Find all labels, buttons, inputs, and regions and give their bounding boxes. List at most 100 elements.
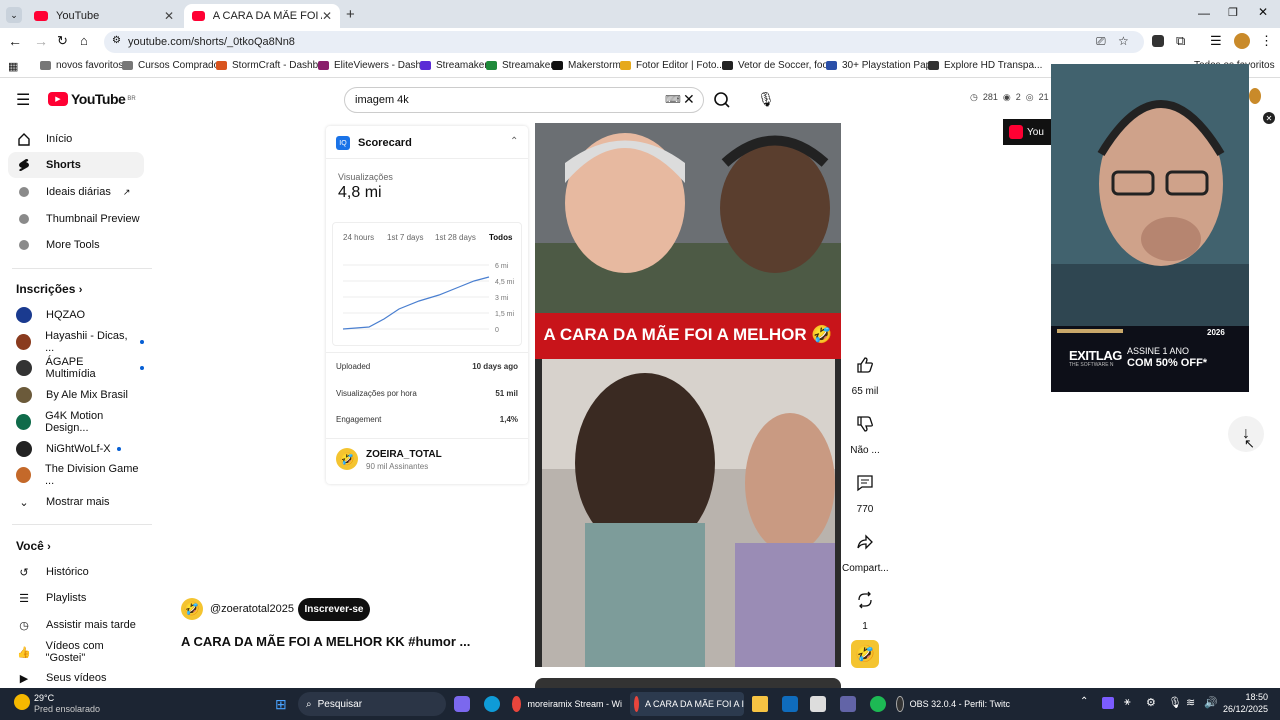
spotify-icon[interactable] xyxy=(870,696,886,712)
menu-kebab-icon[interactable]: ⋮ xyxy=(1260,33,1273,49)
tab-youtube[interactable]: YouTube ✕ xyxy=(26,4,182,28)
hamburger-menu-icon[interactable]: ☰ xyxy=(16,90,30,110)
channel-avatar[interactable]: 🤣 xyxy=(336,448,358,470)
clock-time[interactable]: 18:50 xyxy=(1226,692,1268,702)
sidebar-item-historico[interactable]: ↺ Histórico xyxy=(8,559,144,585)
tray-app-icon[interactable] xyxy=(1102,697,1114,709)
tray-mic-icon[interactable]: 🎙 xyxy=(1168,696,1182,709)
bookmark-item[interactable]: Cursos Comprados xyxy=(122,60,224,71)
window-close-icon[interactable]: ✕ xyxy=(1258,5,1268,19)
sound-thumbnail[interactable]: 🤣 xyxy=(851,640,879,668)
reload-icon[interactable]: ↻ xyxy=(57,33,68,49)
like-button[interactable]: 65 mil xyxy=(845,348,885,397)
tab-search-icon[interactable]: ⌄ xyxy=(6,7,22,23)
site-info-icon[interactable]: ⚙ xyxy=(112,35,121,46)
forward-icon[interactable]: → xyxy=(34,33,48,49)
tray-settings-icon[interactable]: ⚙ xyxy=(1146,696,1156,709)
sidebar-item-watch-later[interactable]: ◷ Assistir mais tarde xyxy=(8,612,144,638)
range-7d[interactable]: 1st 7 days xyxy=(387,233,423,242)
copilot-icon[interactable] xyxy=(454,696,470,712)
share-button[interactable]: Compart... xyxy=(842,525,889,574)
remix-button[interactable]: 1 xyxy=(845,583,885,632)
media-icon[interactable]: ☰ xyxy=(1210,33,1222,49)
bookmark-item[interactable]: Makerstorm xyxy=(552,60,621,71)
subscription-item[interactable]: The Division Game ... xyxy=(8,462,144,488)
home-browser-icon[interactable]: ⌂ xyxy=(80,33,88,48)
subscriptions-title[interactable]: Inscrições › xyxy=(16,282,82,296)
bookmark-item[interactable]: Fotor Editor | Foto... xyxy=(620,60,725,71)
tray-chevron-icon[interactable]: ⌃ xyxy=(1080,696,1088,707)
sidebar-item-playlists[interactable]: ☰ Playlists xyxy=(8,585,144,611)
outlook-icon[interactable] xyxy=(782,696,798,712)
extension-icon[interactable] xyxy=(1152,35,1164,47)
channel-name[interactable]: ZOEIRA_TOTAL xyxy=(366,449,442,460)
sidebar-item-liked[interactable]: 👍 Vídeos com "Gostei" xyxy=(8,639,144,665)
back-icon[interactable]: ← xyxy=(8,33,22,49)
bookmark-item[interactable]: Streamaker xyxy=(420,60,488,71)
bookmark-item[interactable]: 30+ Playstation Pap... xyxy=(826,60,940,71)
subscription-item[interactable]: G4K Motion Design... xyxy=(8,409,144,435)
close-icon[interactable]: ✕ xyxy=(322,9,332,23)
overlay-close-icon[interactable]: ✕ xyxy=(1263,112,1275,124)
subscription-item[interactable]: HQZAO xyxy=(8,302,144,328)
bookmark-item[interactable]: EliteViewers - Dash... xyxy=(318,60,429,71)
taskbar-app-obs[interactable]: OBS 32.0.4 - Perfil: Twitc xyxy=(896,692,1010,716)
extensions-puzzle-icon[interactable]: ⧉ xyxy=(1176,33,1185,49)
clock-date[interactable]: 26/12/2025 xyxy=(1214,704,1268,714)
subscription-item[interactable]: NiGhtWoLf-X xyxy=(8,436,144,462)
sidebar-item-shorts[interactable]: Shorts xyxy=(8,152,144,178)
apps-grid-icon[interactable]: ▦ xyxy=(8,60,18,73)
range-all[interactable]: Todos xyxy=(489,233,512,242)
bookmark-item[interactable]: StormCraft - Dashb... xyxy=(216,60,326,71)
taskbar-app-chrome-active[interactable]: A CARA DA MÃE FOI A I xyxy=(630,692,744,716)
keyboard-icon[interactable]: ⌨ xyxy=(665,93,681,106)
short-title[interactable]: A CARA DA MÃE FOI A MELHOR KK #humor ... xyxy=(181,634,470,649)
new-tab-icon[interactable]: + xyxy=(346,6,355,23)
minimize-icon[interactable]: — xyxy=(1198,6,1210,20)
file-explorer-icon[interactable] xyxy=(752,696,768,712)
bookmark-star-icon[interactable]: ☆ xyxy=(1118,34,1129,48)
bookmark-item[interactable]: Vetor de Soccer, foo... xyxy=(722,60,836,71)
weather-sun-icon[interactable] xyxy=(14,694,30,710)
profile-avatar[interactable] xyxy=(1234,33,1250,49)
store-icon[interactable] xyxy=(810,696,826,712)
youtube-mini-overlay[interactable]: You xyxy=(1003,119,1051,145)
channel-avatar[interactable]: 🤣 xyxy=(181,598,203,620)
account-avatar[interactable] xyxy=(1249,88,1261,104)
tab-active-short[interactable]: A CARA DA MÃE FOI A MELHOR ✕ xyxy=(184,4,340,28)
mic-icon[interactable]: 🎙 xyxy=(756,87,776,111)
you-title[interactable]: Você › xyxy=(16,539,51,553)
subscribe-button[interactable]: Inscrever-se xyxy=(298,598,370,621)
bookmark-item[interactable]: Explore HD Transpa... xyxy=(928,60,1042,71)
close-icon[interactable]: ✕ xyxy=(164,9,174,23)
youtube-logo[interactable]: ▶ YouTube BR xyxy=(48,91,136,107)
short-video-player[interactable]: A CARA DA MÃE FOI A MELHOR 🤣 xyxy=(535,123,841,667)
sidebar-item-thumbnail-preview[interactable]: Thumbnail Preview xyxy=(8,206,144,232)
taskbar-app-chrome-stream[interactable]: moreiramix Stream - Wi xyxy=(512,692,622,716)
edge-icon[interactable] xyxy=(484,696,500,712)
taskbar-search[interactable]: ⌕ Pesquisar xyxy=(298,692,446,716)
exitlag-ad-banner[interactable]: 2026 EXITLAG THE SOFTWARE N ASSINE 1 ANO… xyxy=(1051,326,1249,392)
subscription-item[interactable]: By Ale Mix Brasil xyxy=(8,382,144,408)
next-short-preview[interactable] xyxy=(535,678,841,688)
url-bar[interactable]: ⚙ youtube.com/shorts/_0tkoQa8Nn8 ⎚ ☆ xyxy=(104,31,1144,53)
subscription-item[interactable]: Hayashii - Dicas, ... xyxy=(8,329,144,355)
sidebar-item-inicio[interactable]: Início xyxy=(8,126,144,152)
sidebar-item-ideias[interactable]: Ideais diárias ↗ xyxy=(8,179,144,205)
bookmark-item[interactable]: novos favoritos xyxy=(40,60,123,71)
teams-icon[interactable] xyxy=(840,696,856,712)
search-input[interactable]: imagem 4k ⌨ ✕ xyxy=(344,87,704,113)
range-24h[interactable]: 24 hours xyxy=(343,233,374,242)
tray-bluetooth-icon[interactable]: ⚹ xyxy=(1124,696,1131,709)
sidebar-item-more-tools[interactable]: More Tools xyxy=(8,232,144,258)
dislike-button[interactable]: Não ... xyxy=(845,407,885,456)
collapse-icon[interactable]: ⌃ xyxy=(510,136,518,147)
range-28d[interactable]: 1st 28 days xyxy=(435,233,476,242)
restore-icon[interactable]: ❐ xyxy=(1228,6,1238,19)
clear-search-icon[interactable]: ✕ xyxy=(683,91,695,108)
windows-start-icon[interactable]: ⊞ xyxy=(275,696,287,713)
comments-button[interactable]: 770 xyxy=(845,466,885,515)
search-button[interactable] xyxy=(704,87,742,113)
bookmark-item[interactable]: Streamaker xyxy=(486,60,554,71)
tray-wifi-icon[interactable]: ≋ xyxy=(1186,696,1195,709)
